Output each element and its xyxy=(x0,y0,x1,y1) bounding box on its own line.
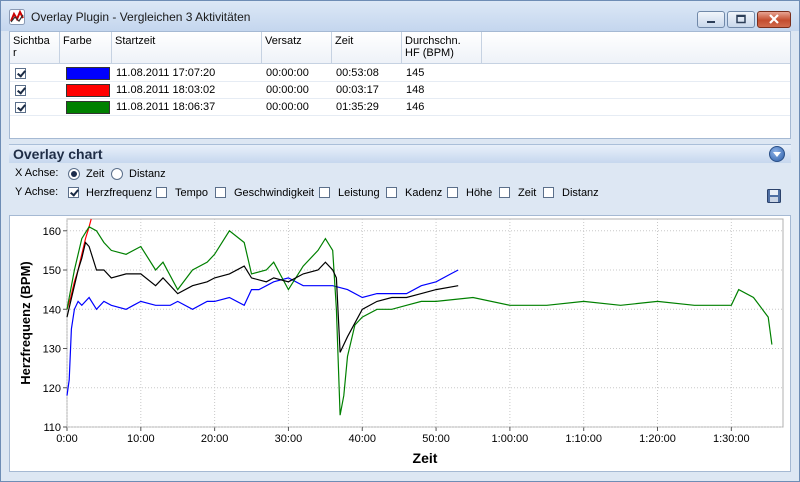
x-axis-distance-radio[interactable] xyxy=(111,168,123,180)
y-power-checkbox[interactable] xyxy=(319,187,330,198)
col-header-visible[interactable]: Sichtba r xyxy=(10,32,60,64)
y-speed-label[interactable]: Geschwindigkeit xyxy=(234,186,314,200)
x-axis-time-radio[interactable] xyxy=(68,168,80,180)
col-header-avg-hr[interactable]: Durchschn. HF (BPM) xyxy=(402,32,482,64)
y-pace-label[interactable]: Tempo xyxy=(175,186,208,200)
y-tick-label: 150 xyxy=(43,265,61,277)
row-visible-checkbox[interactable] xyxy=(15,85,26,96)
row-start: 11.08.2011 18:03:02 xyxy=(116,84,216,96)
col-header-color[interactable]: Farbe xyxy=(60,32,112,64)
y-tick-label: 120 xyxy=(43,383,61,395)
row-visible-checkbox[interactable] xyxy=(15,102,26,113)
x-tick-label: 1:30:00 xyxy=(713,433,750,445)
collapse-chevron-icon[interactable] xyxy=(769,146,785,162)
row-start: 11.08.2011 18:06:37 xyxy=(116,101,216,113)
col-header-visible-label: Sichtba xyxy=(13,35,50,47)
y-distance-label[interactable]: Distanz xyxy=(562,186,599,200)
row-time: 00:53:08 xyxy=(336,67,379,79)
minimize-icon xyxy=(707,21,715,23)
col-header-color-label: Farbe xyxy=(63,35,92,47)
col-header-avg-hr-label-2: HF (BPM) xyxy=(405,47,454,59)
overlay-chart-header: Overlay chart xyxy=(9,144,791,163)
col-header-time[interactable]: Zeit xyxy=(332,32,402,64)
x-axis-label: X Achse: xyxy=(15,167,59,179)
y-tick-label: 140 xyxy=(43,304,61,316)
row-offset: 00:00:00 xyxy=(266,84,309,96)
y-tick-label: 160 xyxy=(43,226,61,238)
minimize-button[interactable] xyxy=(697,11,725,28)
x-tick-label: 30:00 xyxy=(275,433,303,445)
maximize-button[interactable] xyxy=(727,11,755,28)
y-cadence-label[interactable]: Kadenz xyxy=(405,186,442,200)
x-tick-label: 10:00 xyxy=(127,433,155,445)
heart-rate-chart[interactable]: 0:00 10:00 20:00 30:00 40:00 50:00 1:00:00 1:10… xyxy=(10,216,790,471)
plot-area xyxy=(66,218,784,428)
y-cadence-checkbox[interactable] xyxy=(386,187,397,198)
close-button[interactable] xyxy=(757,11,791,28)
x-tick-label: 1:20:00 xyxy=(639,433,676,445)
y-elevation-label[interactable]: Höhe xyxy=(466,186,492,200)
y-tick-label: 110 xyxy=(43,422,61,434)
row-color-swatch[interactable] xyxy=(66,67,110,80)
table-row[interactable]: 11.08.2011 17:07:20 00:00:00 00:53:08 14… xyxy=(10,65,790,82)
row-time: 00:03:17 xyxy=(336,84,379,96)
row-visible-checkbox[interactable] xyxy=(15,68,26,79)
x-tick-label: 20:00 xyxy=(201,433,229,445)
table-row[interactable]: 11.08.2011 18:06:37 00:00:00 01:35:29 14… xyxy=(10,99,790,116)
app-icon xyxy=(9,9,25,25)
title-bar[interactable]: Overlay Plugin - Vergleichen 3 Aktivität… xyxy=(1,1,799,31)
y-power-label[interactable]: Leistung xyxy=(338,186,380,200)
row-avg-hr: 148 xyxy=(406,84,425,96)
save-icon[interactable] xyxy=(767,189,781,203)
y-distance-checkbox[interactable] xyxy=(543,187,554,198)
y-pace-checkbox[interactable] xyxy=(156,187,167,198)
table-row[interactable]: 11.08.2011 18:03:02 00:00:00 00:03:17 14… xyxy=(10,82,790,99)
x-axis-title: Zeit xyxy=(413,450,438,466)
app-window: Overlay Plugin - Vergleichen 3 Aktivität… xyxy=(0,0,800,482)
row-avg-hr: 146 xyxy=(406,101,425,113)
row-offset: 00:00:00 xyxy=(266,67,309,79)
col-header-start-label: Startzeit xyxy=(115,35,156,47)
row-time: 01:35:29 xyxy=(336,101,379,113)
x-axis-time-label[interactable]: Zeit xyxy=(86,167,104,181)
x-tick-label: 1:00:00 xyxy=(492,433,529,445)
col-header-time-label: Zeit xyxy=(335,35,354,47)
close-icon xyxy=(769,14,779,24)
row-offset: 00:00:00 xyxy=(266,101,309,113)
y-time-checkbox[interactable] xyxy=(499,187,510,198)
row-avg-hr: 145 xyxy=(406,67,425,79)
col-header-offset-label: Versatz xyxy=(265,35,302,47)
row-color-swatch[interactable] xyxy=(66,101,110,114)
x-tick-label: 0:00 xyxy=(56,433,77,445)
col-header-avg-hr-label: Durchschn. xyxy=(405,35,461,47)
y-elevation-checkbox[interactable] xyxy=(447,187,458,198)
row-start: 11.08.2011 17:07:20 xyxy=(116,67,216,79)
y-heartrate-label[interactable]: Herzfrequenz xyxy=(86,186,152,200)
window-title: Overlay Plugin - Vergleichen 3 Aktivität… xyxy=(31,10,251,24)
activity-grid[interactable]: Sichtba r Farbe Startzeit Versatz Zeit D… xyxy=(9,31,791,139)
col-header-visible-label-2: r xyxy=(13,47,17,59)
y-heartrate-checkbox[interactable] xyxy=(68,187,79,198)
x-axis-distance-label[interactable]: Distanz xyxy=(129,167,166,181)
col-header-offset[interactable]: Versatz xyxy=(262,32,332,64)
y-tick-label: 130 xyxy=(43,344,61,356)
overlay-chart-area[interactable]: 0:00 10:00 20:00 30:00 40:00 50:00 1:00:00 1:10… xyxy=(9,215,791,472)
y-axis-title: Herzfrequenz (BPM) xyxy=(18,261,33,385)
x-tick-label: 50:00 xyxy=(422,433,450,445)
row-color-swatch[interactable] xyxy=(66,84,110,97)
y-axis-label: Y Achse: xyxy=(15,186,59,198)
x-tick-label: 1:10:00 xyxy=(565,433,602,445)
col-header-start[interactable]: Startzeit xyxy=(112,32,262,64)
maximize-icon xyxy=(736,14,746,24)
col-header-filler xyxy=(482,32,790,64)
y-speed-checkbox[interactable] xyxy=(215,187,226,198)
x-tick-label: 40:00 xyxy=(348,433,376,445)
y-time-label[interactable]: Zeit xyxy=(518,186,536,200)
panel-title: Overlay chart xyxy=(13,146,103,162)
